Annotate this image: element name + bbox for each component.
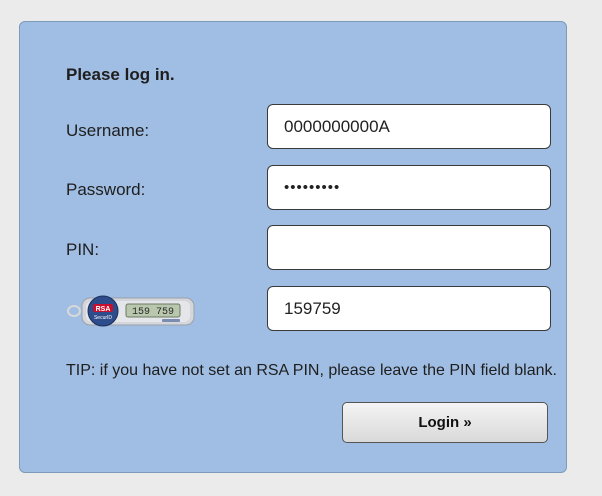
login-heading: Please log in. [66, 65, 175, 84]
token-display: 159 759 [132, 307, 174, 318]
password-input[interactable] [267, 165, 551, 210]
pin-tip-text: TIP: if you have not set an RSA PIN, ple… [66, 362, 557, 379]
pin-label: PIN: [66, 240, 100, 259]
login-panel: Please log in. Username: Password: PIN: … [19, 21, 567, 473]
username-input[interactable] [267, 104, 551, 149]
rsa-securid-token-icon: RSA SecurID 159 759 [66, 292, 196, 330]
token-product: SecurID [94, 315, 112, 321]
pin-input[interactable] [267, 225, 551, 270]
password-label: Password: [66, 180, 146, 199]
username-label: Username: [66, 121, 150, 140]
token-brand: RSA [96, 306, 111, 313]
token-code-input[interactable] [267, 286, 551, 331]
login-button[interactable]: Login » [342, 402, 548, 443]
